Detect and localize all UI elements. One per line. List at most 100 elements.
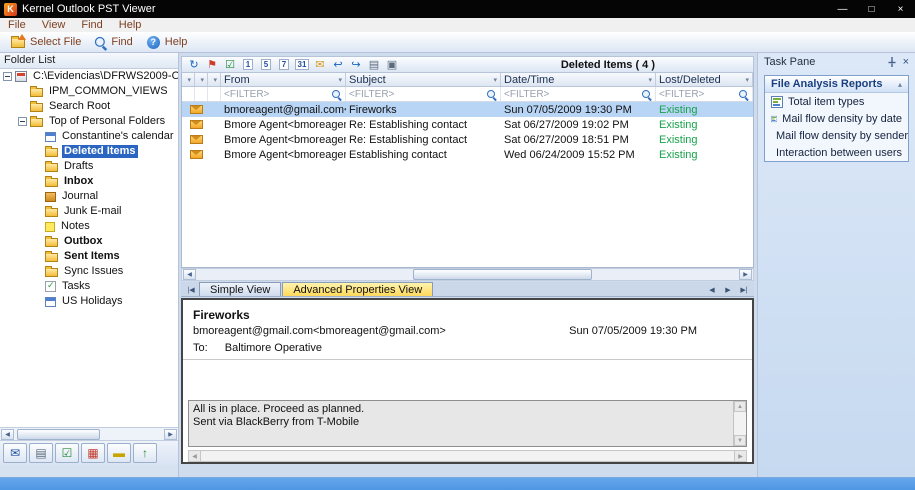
pst-icon: [15, 71, 27, 82]
report-mail-flow-density-by-date[interactable]: Mail flow density by date: [765, 110, 908, 127]
folder-junk-e-mail[interactable]: Junk E-mail: [0, 204, 178, 219]
mail-icon[interactable]: ✉: [311, 58, 329, 72]
folder-icon: [30, 88, 43, 97]
print-icon[interactable]: ▤: [365, 58, 383, 72]
folder-constantine-s-calendar[interactable]: Constantine's calendar: [0, 129, 178, 144]
folder-journal[interactable]: Journal: [0, 189, 178, 204]
flag-icon[interactable]: ⚑: [203, 58, 221, 72]
folder-top-of-personal-folders[interactable]: Top of Personal Folders: [0, 114, 178, 129]
scrollbar-track[interactable]: [196, 269, 739, 280]
filter-type[interactable]: [208, 87, 221, 101]
tab-advanced-properties-view[interactable]: Advanced Properties View: [282, 282, 433, 296]
filter-attachment[interactable]: [195, 87, 208, 101]
cell-status: Existing: [656, 134, 753, 146]
message-row[interactable]: Bmore Agent<bmoreagent@... Re: Establish…: [182, 132, 753, 147]
scroll-down-button[interactable]: [734, 435, 746, 446]
message-row[interactable]: Bmore Agent<bmoreagent@... Re: Establish…: [182, 117, 753, 132]
filter-importance[interactable]: [182, 87, 195, 101]
notes-view-shortcut[interactable]: ▬: [107, 443, 131, 463]
calendar-view-shortcut[interactable]: ▦: [81, 443, 105, 463]
scrollbar-thumb[interactable]: [413, 269, 592, 280]
glyph: ▣: [387, 58, 397, 71]
scrollbar-thumb[interactable]: [17, 429, 100, 440]
task-item-label: Interaction between users: [776, 147, 902, 159]
file-analysis-reports-header[interactable]: File Analysis Reports: [765, 76, 908, 93]
tasks-view-shortcut[interactable]: ☑: [55, 443, 79, 463]
filter-lost-deleted[interactable]: <FILTER>: [656, 87, 753, 101]
copy-icon[interactable]: ▣: [383, 58, 401, 72]
week-view-icon[interactable]: 7: [275, 58, 293, 72]
filter-datetime[interactable]: <FILTER>: [501, 87, 656, 101]
folder-sent-items[interactable]: Sent Items: [0, 249, 178, 264]
menu-file[interactable]: File: [0, 18, 34, 32]
message-row[interactable]: Bmore Agent<bmoreagent@... Establishing …: [182, 147, 753, 162]
report-interaction-between-users[interactable]: Interaction between users: [765, 144, 908, 161]
body-vertical-scrollbar[interactable]: [733, 401, 746, 446]
menu-find[interactable]: Find: [73, 18, 110, 32]
body-horizontal-scrollbar[interactable]: [188, 450, 747, 462]
tree-expander[interactable]: [3, 72, 12, 81]
scroll-up-button[interactable]: [734, 401, 746, 412]
folder-us-holidays[interactable]: US Holidays: [0, 294, 178, 309]
task-pane: Task Pane File Analysis Reports: [757, 53, 915, 477]
folder-deleted-items[interactable]: Deleted Items: [0, 144, 178, 159]
message-row[interactable]: bmoreagent@gmail.com<bm... Fireworks Sun…: [182, 102, 753, 117]
last-tab-button[interactable]: ▶|: [736, 283, 752, 296]
menu-view[interactable]: View: [34, 18, 74, 32]
mail-view-shortcut[interactable]: ✉: [3, 443, 27, 463]
scroll-left-button[interactable]: [183, 269, 196, 280]
folder-c-evidencias-dfrws2009-outloo[interactable]: C:\Evidencias\DFRWS2009-Outloo: [0, 69, 178, 84]
column-header-attachment[interactable]: [195, 73, 208, 86]
folder-inbox[interactable]: Inbox: [0, 174, 178, 189]
scroll-left-button[interactable]: [1, 429, 14, 440]
report-total-item-types[interactable]: Total item types: [765, 93, 908, 110]
find-button[interactable]: Find: [88, 35, 139, 49]
message-list-horizontal-scrollbar[interactable]: [181, 268, 754, 281]
scroll-right-button[interactable]: [734, 451, 746, 461]
filter-subject[interactable]: <FILTER>: [346, 87, 501, 101]
maximize-button[interactable]: □: [857, 0, 886, 18]
contacts-view-shortcut[interactable]: ▤: [29, 443, 53, 463]
prev-tab-button[interactable]: ◀: [704, 283, 720, 296]
folder-ipm-common-views[interactable]: IPM_COMMON_VIEWS: [0, 84, 178, 99]
month-view-icon[interactable]: 31: [293, 58, 311, 72]
five-day-view-icon[interactable]: 5: [257, 58, 275, 72]
tree-expander[interactable]: [18, 117, 27, 126]
folder-notes[interactable]: Notes: [0, 219, 178, 234]
envelope-icon: [190, 135, 203, 144]
scroll-right-button[interactable]: [164, 429, 177, 440]
parent-folder-shortcut[interactable]: ↑: [133, 443, 157, 463]
folder-outbox[interactable]: Outbox: [0, 234, 178, 249]
close-button[interactable]: ×: [886, 0, 915, 18]
menu-help[interactable]: Help: [111, 18, 150, 32]
pin-icon[interactable]: [887, 56, 897, 68]
column-header-lost-deleted[interactable]: Lost/Deleted: [656, 73, 753, 86]
scroll-right-button[interactable]: [739, 269, 752, 280]
help-button[interactable]: Help: [140, 35, 195, 50]
column-header-type[interactable]: [208, 73, 221, 86]
select-file-button[interactable]: Select File: [4, 35, 88, 49]
mark-complete-icon[interactable]: ☑: [221, 58, 239, 72]
column-header-subject[interactable]: Subject: [346, 73, 501, 86]
refresh-icon[interactable]: ↻: [185, 58, 203, 72]
next-tab-button[interactable]: ▶: [720, 283, 736, 296]
report-mail-flow-density-by-senders[interactable]: Mail flow density by senders: [765, 127, 908, 144]
tab-simple-view[interactable]: Simple View: [199, 282, 281, 296]
one-day-view-icon[interactable]: 1: [239, 58, 257, 72]
filter-from[interactable]: <FILTER>: [221, 87, 346, 101]
column-header-importance[interactable]: [182, 73, 195, 86]
forward-icon[interactable]: ↪: [347, 58, 365, 72]
column-header-from[interactable]: From: [221, 73, 346, 86]
scrollbar-track[interactable]: [14, 429, 164, 440]
first-tab-button[interactable]: |◀: [183, 283, 199, 296]
folder-tree-horizontal-scrollbar[interactable]: [0, 427, 178, 440]
folder-tasks[interactable]: Tasks: [0, 279, 178, 294]
close-task-pane-button[interactable]: [903, 57, 909, 68]
folder-search-root[interactable]: Search Root: [0, 99, 178, 114]
minimize-button[interactable]: —: [828, 0, 857, 18]
reply-icon[interactable]: ↩: [329, 58, 347, 72]
folder-sync-issues[interactable]: Sync Issues: [0, 264, 178, 279]
folder-drafts[interactable]: Drafts: [0, 159, 178, 174]
scroll-left-button[interactable]: [189, 451, 201, 461]
column-header-datetime[interactable]: Date/Time: [501, 73, 656, 86]
